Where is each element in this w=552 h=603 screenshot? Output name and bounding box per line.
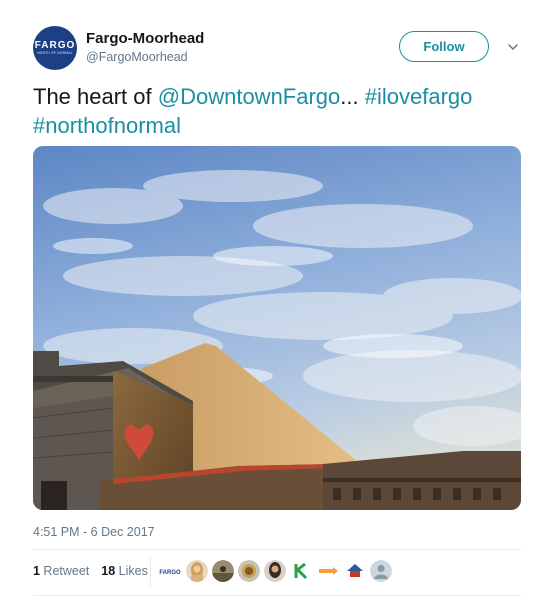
retweet-label: Retweet xyxy=(39,564,90,578)
liker-logo-text: FARGO xyxy=(159,570,181,576)
author-avatar[interactable]: FARGO north of normal xyxy=(33,26,77,70)
author-display-name[interactable]: Fargo-Moorhead xyxy=(86,30,204,47)
tweet-card: FARGO north of normal Fargo-Moorhead @Fa… xyxy=(0,0,552,603)
like-count: 18 xyxy=(101,564,116,578)
retweet-stat[interactable]: 1 Retweet xyxy=(33,564,89,578)
tweet-text: The heart of @DowntownFargo... #ilovefar… xyxy=(33,82,523,140)
divider-bottom xyxy=(33,595,521,596)
liker-avatar-woman-blonde[interactable] xyxy=(186,560,208,582)
retweet-count: 1 xyxy=(33,564,40,578)
liker-avatar-green-k-logo[interactable] xyxy=(290,560,312,582)
likes-stat[interactable]: 18 Likes xyxy=(101,564,148,578)
liker-avatar-fargo-logo[interactable]: FARGO xyxy=(158,560,182,582)
likes-label: Likes xyxy=(115,564,148,578)
tweet-text-intro: The heart of xyxy=(33,84,158,109)
author-handle[interactable]: @FargoMoorhead xyxy=(86,50,188,64)
tweet-text-middle: ... xyxy=(340,84,365,109)
liked-by-avatars: FARGO xyxy=(158,560,392,582)
photo-image xyxy=(33,146,521,510)
chevron-down-icon[interactable] xyxy=(506,40,520,54)
avatar-logo-subtext: north of normal xyxy=(37,50,73,55)
avatar-logo-text: FARGO xyxy=(34,39,76,51)
liker-avatar-woman-dark[interactable] xyxy=(264,560,286,582)
mention-link[interactable]: @DowntownFargo xyxy=(158,84,341,109)
hashtag-link-northofnormal[interactable]: #northofnormal xyxy=(33,113,181,138)
tweet-timestamp[interactable]: 4:51 PM - 6 Dec 2017 xyxy=(33,525,155,539)
tweet-photo[interactable] xyxy=(33,146,521,510)
liker-avatar-outdoor[interactable] xyxy=(212,560,234,582)
divider-top xyxy=(33,549,521,550)
hashtag-link-ilovefargo[interactable]: #ilovefargo xyxy=(365,84,473,109)
follow-button[interactable]: Follow xyxy=(399,31,489,62)
liker-avatar-default[interactable] xyxy=(370,560,392,582)
liker-avatar-orange-logo[interactable] xyxy=(316,560,340,582)
stats-separator xyxy=(150,556,151,588)
engagement-stats: 1 Retweet 18 Likes xyxy=(33,564,148,578)
liker-avatar-badge[interactable] xyxy=(238,560,260,582)
liker-avatar-house-logo[interactable] xyxy=(344,560,366,582)
